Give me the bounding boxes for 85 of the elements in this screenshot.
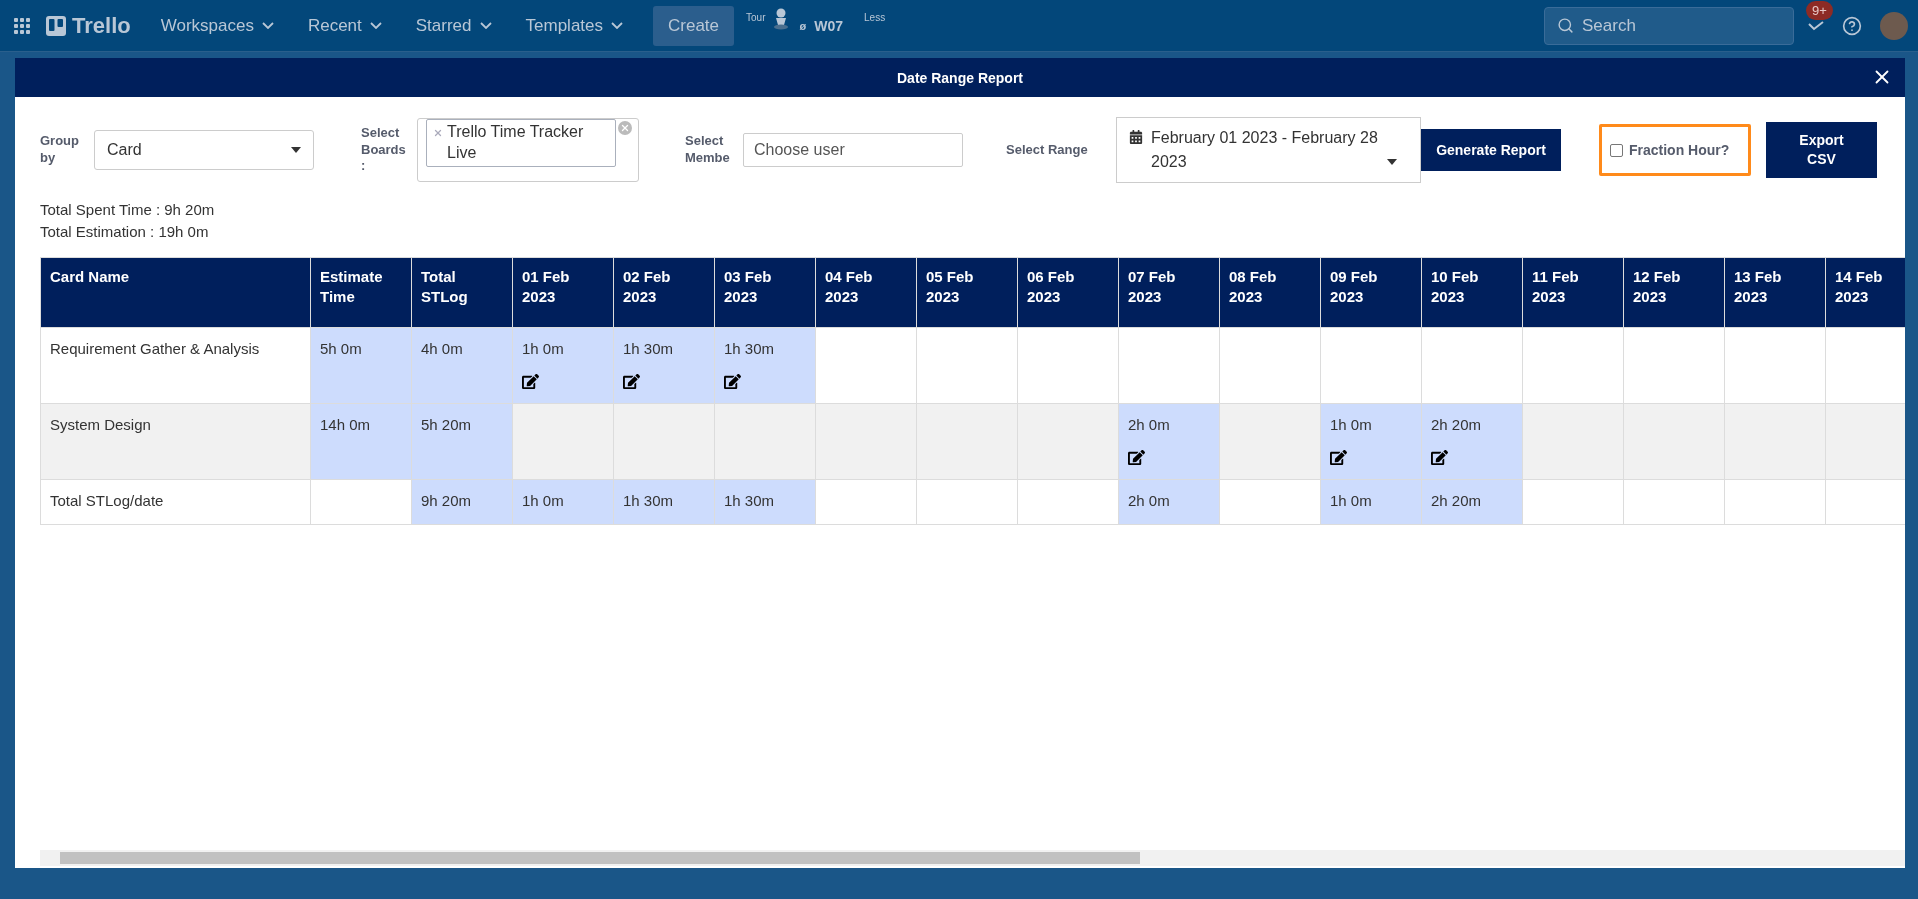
column-header: 12 Feb 2023: [1623, 257, 1725, 328]
chevron-down-icon: [479, 22, 492, 29]
column-header: 03 Feb 2023: [714, 257, 816, 328]
total-summary: Total Spent Time : 9h 20m: [40, 201, 216, 218]
column-header: Total STLog: [411, 257, 513, 328]
search-field[interactable]: Search: [1544, 6, 1794, 45]
member-input[interactable]: Choose user: [743, 133, 963, 167]
field-label: Group by: [40, 133, 80, 167]
date-range-picker[interactable]: February 01 2023 - February 28 2023: [1116, 117, 1421, 183]
dialog-title: Date Range Report: [897, 69, 1023, 86]
total-summary: Total Estimation : 19h 0m: [40, 223, 210, 240]
edit-icon[interactable]: [724, 373, 741, 390]
chevron-down-icon: [261, 22, 274, 29]
column-header: Estimate Time: [310, 257, 412, 328]
calendar-icon: [1129, 130, 1143, 144]
table-cell: 5h 20m: [411, 403, 513, 480]
scrollbar-thumb[interactable]: [60, 852, 1140, 864]
column-header: 11 Feb 2023: [1522, 257, 1624, 328]
table-cell: 1h 0m: [1320, 479, 1422, 525]
table-cell: 1h 30m: [613, 479, 715, 525]
caret-icon: [291, 147, 301, 153]
edit-icon[interactable]: [522, 373, 539, 390]
edit-icon[interactable]: [1330, 449, 1347, 466]
export-csv-button[interactable]: Export CSV: [1766, 122, 1877, 178]
logo[interactable]: Trello: [46, 12, 131, 39]
chevron-down-icon: [369, 22, 382, 29]
table-cell: 1h 0m: [512, 479, 614, 525]
table-cell: Requirement Gather & Analysis: [40, 327, 311, 404]
search-icon: [1557, 17, 1574, 34]
nav-menu[interactable]: Workspaces: [148, 9, 286, 42]
table-cell: 2h 20m: [1421, 403, 1523, 480]
board-tag: Trello Time Tracker Live: [426, 119, 616, 167]
nav-menu[interactable]: Starred: [403, 9, 504, 42]
table-cell: 4h 0m: [411, 327, 513, 404]
table-cell: 1h 30m: [613, 327, 715, 404]
field-label: Select Membe: [685, 133, 731, 167]
figure-icon: [771, 8, 790, 30]
table-cell: 14h 0m: [310, 403, 412, 480]
table-cell: 1h 0m: [512, 327, 614, 404]
table-cell: 1h 0m: [1320, 403, 1422, 480]
column-header: 06 Feb 2023: [1017, 257, 1119, 328]
column-header: 04 Feb 2023: [815, 257, 917, 328]
less-link[interactable]: Less: [864, 12, 886, 23]
fraction-hour-option[interactable]: Fraction Hour?: [1599, 124, 1751, 176]
table-cell: 1h 30m: [714, 479, 816, 525]
check-icon[interactable]: [1808, 20, 1824, 31]
table-cell: Total STLog/date: [40, 479, 311, 525]
caret-icon: [1387, 159, 1397, 165]
create-button[interactable]: Create: [653, 5, 735, 46]
help-icon[interactable]: [1842, 15, 1862, 36]
table-cell: 2h 20m: [1421, 479, 1523, 525]
apps-grid-icon[interactable]: [14, 17, 30, 34]
chevron-down-icon: [611, 22, 623, 29]
edit-icon[interactable]: [623, 373, 640, 390]
group-by-select[interactable]: Card: [94, 130, 314, 170]
generate-report-button[interactable]: Generate Report: [1421, 129, 1561, 171]
date-range-value: February 01 2023 - February 28 2023: [1151, 128, 1379, 172]
nav-menu[interactable]: Recent: [295, 9, 394, 42]
column-header: 08 Feb 2023: [1219, 257, 1321, 328]
table-cell: 2h 0m: [1118, 479, 1220, 525]
column-header: 09 Feb 2023: [1320, 257, 1422, 328]
status-mark: ø: [799, 19, 807, 32]
column-header: 05 Feb 2023: [916, 257, 1018, 328]
table-cell: 9h 20m: [411, 479, 513, 525]
table-cell: System Design: [40, 403, 311, 480]
column-header: 14 Feb 2023: [1825, 257, 1905, 328]
column-header: 07 Feb 2023: [1118, 257, 1220, 328]
field-label: Select Boards :: [361, 124, 407, 176]
column-header: Card Name: [40, 257, 311, 328]
column-header: 01 Feb 2023: [512, 257, 614, 328]
checkbox[interactable]: [1610, 143, 1623, 157]
column-header: 10 Feb 2023: [1421, 257, 1523, 328]
horizontal-scrollbar[interactable]: [40, 850, 1905, 866]
week-code: W07: [814, 17, 844, 34]
column-header: 13 Feb 2023: [1724, 257, 1826, 328]
tour-link[interactable]: Tour: [746, 12, 766, 23]
table-cell: 5h 0m: [310, 327, 412, 404]
notification-badge: 9+: [1806, 0, 1833, 20]
table-cell: 2h 0m: [1118, 403, 1220, 480]
table-cell: 1h 30m: [714, 327, 816, 404]
nav-menu[interactable]: Templates: [513, 9, 635, 42]
column-header: 02 Feb 2023: [613, 257, 715, 328]
edit-icon[interactable]: [1128, 449, 1145, 466]
edit-icon[interactable]: [1431, 449, 1448, 466]
field-label: Select Range: [1006, 141, 1089, 159]
